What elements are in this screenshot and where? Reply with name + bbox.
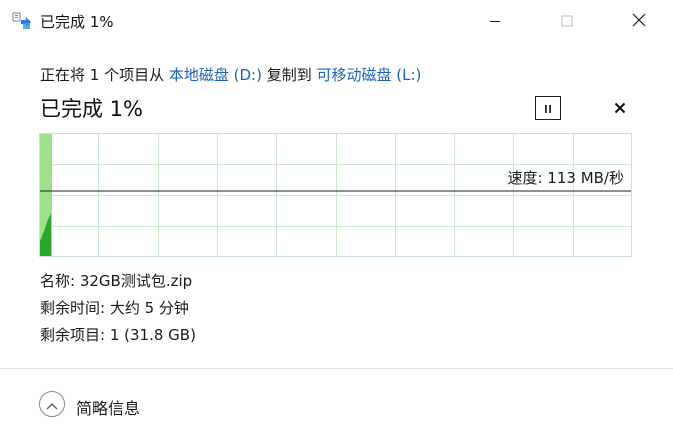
items-remaining-row: 剩余项目: 1 (31.8 GB) [40, 324, 196, 345]
cancel-button[interactable] [608, 96, 632, 120]
collapse-details-button[interactable] [39, 391, 65, 417]
maximize-icon [561, 12, 573, 31]
items-remaining-value: 1 (31.8 GB) [109, 326, 196, 344]
maximize-button[interactable] [544, 0, 590, 42]
file-name-row: 名称: 32GB测试包.zip [40, 270, 192, 291]
window-title: 已完成 1% [40, 13, 114, 31]
title-bar: 已完成 1% [0, 0, 673, 42]
items-remaining-label: 剩余项目: [40, 326, 106, 344]
minimize-button[interactable] [472, 0, 518, 42]
time-remaining-value: 大约 5 分钟 [109, 299, 189, 317]
speed-label: 速度: 113 MB/秒 [507, 169, 624, 187]
cancel-icon [614, 99, 626, 118]
close-icon [632, 12, 646, 31]
close-button[interactable] [616, 0, 662, 42]
speed-graph: 速度: 113 MB/秒 [39, 133, 632, 257]
operation-prefix: 正在将 1 个项目从 [40, 66, 169, 84]
progress-label: 已完成 1% [40, 97, 143, 121]
chevron-up-icon [46, 395, 58, 414]
time-remaining-row: 剩余时间: 大约 5 分钟 [40, 297, 189, 318]
pause-icon [543, 99, 553, 118]
time-remaining-label: 剩余时间: [40, 299, 106, 317]
file-copy-icon [12, 12, 32, 30]
operation-description: 正在将 1 个项目从 本地磁盘 (D:) 复制到 可移动磁盘 (L:) [40, 64, 421, 85]
file-name-value: 32GB测试包.zip [79, 272, 193, 290]
source-link[interactable]: 本地磁盘 (D:) [169, 66, 262, 84]
operation-middle: 复制到 [261, 66, 317, 84]
file-name-label: 名称: [40, 272, 76, 290]
minimize-icon [489, 12, 501, 31]
destination-link[interactable]: 可移动磁盘 (L:) [316, 66, 421, 84]
collapse-details-label[interactable]: 简略信息 [76, 395, 140, 419]
pause-button[interactable] [535, 96, 561, 120]
